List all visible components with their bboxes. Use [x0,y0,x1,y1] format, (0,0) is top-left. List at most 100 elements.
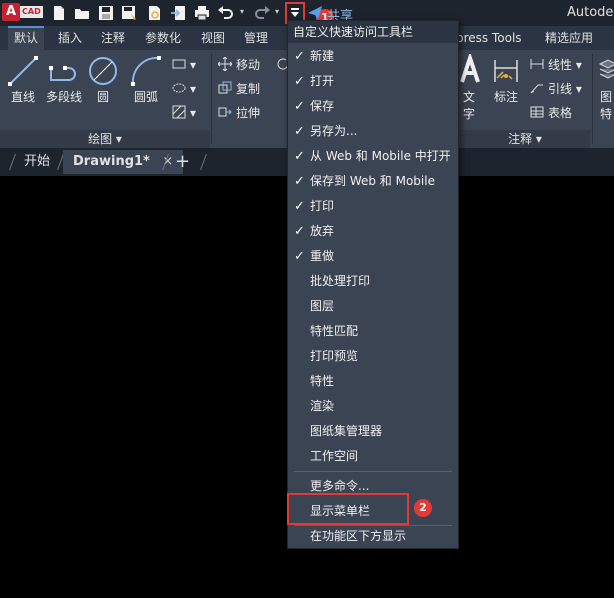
menu-item-label: 保存 [310,99,335,113]
menu-item-plot-preview[interactable]: 打印预览 [288,344,458,369]
tab-express-tools[interactable]: press Tools [450,26,528,50]
menu-item-save-web-mobile[interactable]: ✓ 保存到 Web 和 Mobile [288,169,458,194]
menu-item-batch-plot[interactable]: 批处理打印 [288,269,458,294]
menu-item-label: 打印 [310,199,335,213]
check-icon: ✓ [294,224,305,239]
menu-item-properties[interactable]: 特性 [288,369,458,394]
panel-separator [592,54,593,144]
open-icon[interactable] [73,4,91,22]
tab-annotate[interactable]: 注释 [95,26,131,50]
check-icon: ✓ [294,199,305,214]
menu-item-label: 特性匹配 [310,324,359,338]
rectangle-tool[interactable]: ▾ [172,56,196,74]
callout-2: 2 [414,499,432,517]
tab-drawing1-label: Drawing1* [73,154,150,169]
undo-icon[interactable] [217,4,235,22]
menu-item-match-properties[interactable]: 特性匹配 [288,319,458,344]
menu-item-plot[interactable]: ✓ 打印 [288,194,458,219]
hatch-tool[interactable]: ▾ [172,104,196,122]
save-as-icon[interactable] [120,4,138,22]
menu-header: 自定义快速访问工具栏 [288,21,458,43]
redo-dropdown-icon[interactable]: ▾ [275,8,283,16]
layers-tool[interactable]: 图 特 [598,54,614,122]
menu-item-open[interactable]: ✓ 打开 [288,69,458,94]
text-label: 文字 [462,90,475,121]
move-tool[interactable]: 移动 [218,56,260,74]
table-tool[interactable]: 表格 [530,104,572,122]
stretch-icon [218,107,232,117]
stretch-label: 拉伸 [236,106,261,120]
dimension-tool[interactable]: 标注 [487,54,525,105]
app-logo-text: CAD [20,6,43,18]
hatch-icon [172,105,186,119]
menu-item-layer[interactable]: 图层 [288,294,458,319]
save-icon[interactable] [97,4,115,22]
annotation-panel-footer[interactable]: 注释 ▾ [460,130,590,148]
layers-icon [598,59,614,79]
tab-start[interactable]: 开始 [24,150,50,174]
tab-manage[interactable]: 管理 [238,26,274,50]
menu-item-save[interactable]: ✓ 保存 [288,94,458,119]
check-icon: ✓ [294,99,305,114]
app-logo-letter: A [2,3,20,21]
new-icon[interactable] [50,4,68,22]
layers-label-2: 特 [599,107,612,121]
move-label: 移动 [236,58,261,72]
menu-item-render[interactable]: 渲染 [288,394,458,419]
polyline-tool[interactable]: 多段线 [44,54,84,105]
arc-tool[interactable]: 圆弧 [126,54,166,105]
stretch-tool[interactable]: 拉伸 [218,104,260,122]
check-icon: ✓ [294,49,305,64]
tab-insert[interactable]: 插入 [52,26,88,50]
dimension-label: 标注 [493,90,518,104]
menu-item-save-as[interactable]: ✓ 另存为... [288,119,458,144]
polyline-icon [49,66,76,81]
add-tab-button[interactable]: + [175,150,190,174]
linear-tool[interactable]: 线性 ▾ [530,56,582,74]
menu-item-undo[interactable]: ✓ 放弃 [288,219,458,244]
copy-tool[interactable]: 复制 [218,80,260,98]
draw-panel-footer[interactable]: 绘图 ▾ [0,130,210,148]
copy-label: 复制 [236,82,261,96]
line-icon [8,56,38,86]
menu-item-label: 放弃 [310,224,335,238]
menu-item-label: 保存到 Web 和 Mobile [310,174,435,188]
menu-item-label: 打开 [310,74,335,88]
leader-icon [530,84,543,94]
plot-preview-icon[interactable] [146,4,164,22]
menu-item-label: 图层 [310,299,335,313]
menu-item-sheet-set-manager[interactable]: 图纸集管理器 [288,419,458,444]
export-icon[interactable] [170,4,188,22]
tab-view[interactable]: 视图 [195,26,231,50]
check-icon: ✓ [294,174,305,189]
menu-item-open-web-mobile[interactable]: ✓ 从 Web 和 Mobile 中打开 [288,144,458,169]
text-tool[interactable]: 文字 [458,54,480,122]
circle-tool[interactable]: 圆 [86,54,120,105]
menu-item-label: 重做 [310,249,335,263]
redo-icon[interactable] [253,4,271,22]
menu-item-new[interactable]: ✓ 新建 [288,44,458,69]
rectangle-icon [172,59,186,69]
linear-label: 线性 [548,58,573,72]
menu-item-workspace[interactable]: 工作空间 [288,444,458,469]
tab-featured-apps[interactable]: 精选应用 [539,26,599,50]
menu-separator [294,471,452,472]
leader-tool[interactable]: 引线 ▾ [530,80,582,98]
menu-item-redo[interactable]: ✓ 重做 [288,244,458,269]
dimension-icon [494,60,518,82]
arc-label: 圆弧 [133,90,158,104]
check-icon: ✓ [294,74,305,89]
tab-divider [200,154,207,170]
print-icon[interactable] [193,4,211,22]
menu-item-label: 新建 [310,49,335,63]
check-icon: ✓ [294,249,305,264]
chevron-down-icon [291,12,299,17]
menu-item-label: 从 Web 和 Mobile 中打开 [310,149,451,163]
menu-item-show-below-ribbon[interactable]: 在功能区下方显示 [288,524,458,549]
tab-default[interactable]: 默认 [8,26,45,50]
tab-parametric[interactable]: 参数化 [139,26,187,50]
app-logo[interactable]: A CAD [2,3,43,21]
ellipse-tool[interactable]: ▾ [172,80,196,98]
undo-dropdown-icon[interactable]: ▾ [240,8,248,16]
line-tool[interactable]: 直线 [4,54,42,105]
